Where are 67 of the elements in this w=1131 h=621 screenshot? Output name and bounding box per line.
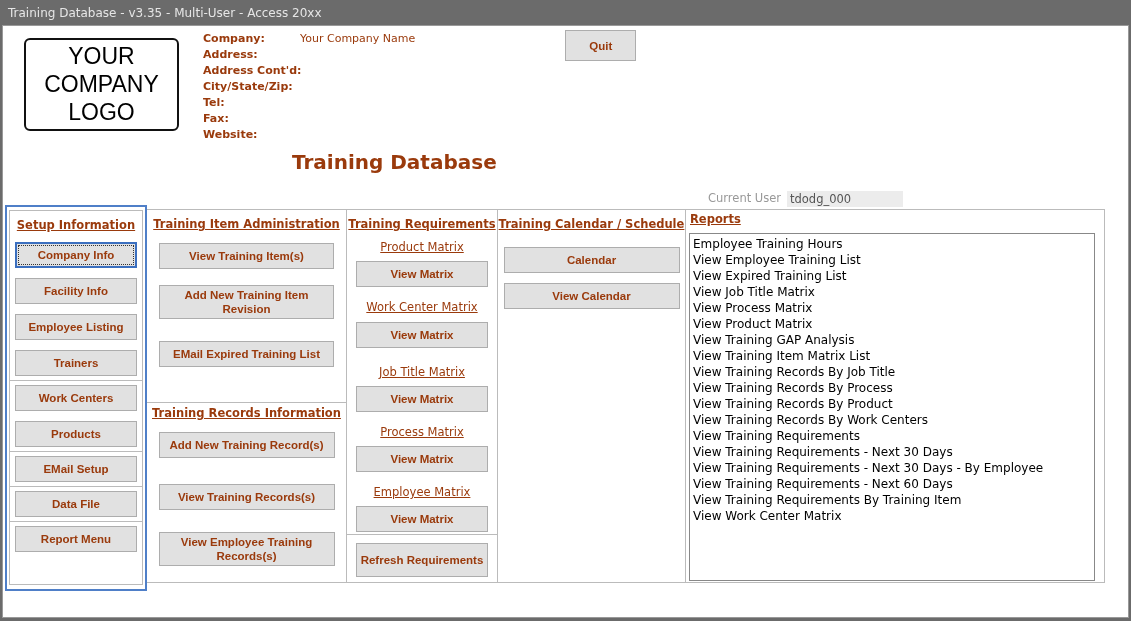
- current-user-field[interactable]: tdodg_000: [787, 191, 903, 207]
- matrix-link[interactable]: Product Matrix: [380, 239, 464, 257]
- report-item[interactable]: View Training Records By Product: [690, 396, 1094, 412]
- report-item[interactable]: View Training Requirements By Training Item: [690, 492, 1094, 508]
- admin-button[interactable]: View Training Item(s): [159, 243, 334, 269]
- report-item[interactable]: View Training Requirements: [690, 428, 1094, 444]
- view-matrix-button[interactable]: View Matrix: [356, 506, 488, 533]
- report-item[interactable]: View Training Requirements - Next 60 Days: [690, 476, 1094, 492]
- section-heading: Training Item Administration: [152, 216, 341, 233]
- section-heading: Reports: [689, 211, 742, 226]
- window-title: Training Database - v3.35 - Multi-User - Access 20xx: [7, 5, 323, 22]
- report-item[interactable]: View Training Records By Work Centers: [690, 412, 1094, 428]
- calendar-button[interactable]: Calendar: [503, 247, 680, 273]
- admin-button[interactable]: EMail Expired Training List: [159, 341, 334, 367]
- report-item[interactable]: View Expired Training List: [690, 268, 1094, 284]
- refresh-button[interactable]: Refresh Requirements: [356, 543, 488, 577]
- setup-button[interactable]: Facility Info: [15, 278, 137, 304]
- report-item[interactable]: View Training Requirements - Next 30 Days - By Employee: [690, 460, 1094, 476]
- view-matrix-button[interactable]: View Matrix: [356, 321, 488, 348]
- field-label: Address Cont'd:: [203, 63, 300, 79]
- setup-button[interactable]: Employee Listing: [15, 314, 137, 340]
- report-item[interactable]: View Employee Training List: [690, 252, 1094, 268]
- field-label: City/State/Zip:: [203, 79, 294, 95]
- reports-listbox[interactable]: [689, 233, 1095, 581]
- company-logo: YOUR COMPANY LOGO: [24, 38, 179, 131]
- report-item[interactable]: View Training Requirements - Next 30 Days: [690, 444, 1094, 460]
- matrix-link[interactable]: Job Title Matrix: [379, 363, 465, 381]
- quit-button[interactable]: Quit: [565, 30, 637, 61]
- records-button[interactable]: View Employee Training Records(s): [158, 532, 335, 566]
- setup-button[interactable]: Data File: [15, 491, 137, 517]
- setup-button[interactable]: Company Info: [15, 242, 137, 268]
- calendar-button[interactable]: View Calendar: [503, 283, 680, 309]
- setup-button[interactable]: Report Menu: [15, 526, 137, 552]
- setup-button[interactable]: Products: [15, 421, 137, 447]
- report-item[interactable]: View Product Matrix: [690, 316, 1094, 332]
- setup-button[interactable]: EMail Setup: [15, 456, 137, 482]
- setup-button[interactable]: Work Centers: [15, 385, 137, 411]
- report-item[interactable]: View Process Matrix: [690, 300, 1094, 316]
- section-heading: Training Calendar / Schedule: [498, 216, 685, 233]
- section-heading: Training Requirements: [347, 216, 497, 233]
- records-button[interactable]: Add New Training Record(s): [158, 432, 335, 458]
- records-button[interactable]: View Training Records(s): [158, 484, 335, 510]
- app-heading: Training Database: [291, 149, 497, 176]
- field-label: Company:: [203, 31, 266, 47]
- report-item[interactable]: View Training Records By Job Title: [690, 364, 1094, 380]
- report-item[interactable]: View Training Records By Process: [690, 380, 1094, 396]
- report-item[interactable]: Employee Training Hours: [690, 236, 1094, 252]
- matrix-link[interactable]: Work Center Matrix: [366, 299, 478, 317]
- report-item[interactable]: View Work Center Matrix: [690, 508, 1094, 524]
- field-label: Tel:: [203, 95, 226, 111]
- matrix-link[interactable]: Process Matrix: [380, 423, 464, 441]
- matrix-link[interactable]: Employee Matrix: [373, 484, 471, 502]
- report-item[interactable]: View Training Item Matrix List: [690, 348, 1094, 364]
- current-user-label: Current User: [708, 190, 783, 208]
- view-matrix-button[interactable]: View Matrix: [356, 261, 488, 288]
- section-heading: Setup Information: [15, 217, 137, 234]
- view-matrix-button[interactable]: View Matrix: [356, 385, 488, 412]
- admin-button[interactable]: Add New Training Item Revision: [159, 285, 334, 319]
- report-item[interactable]: View Job Title Matrix: [690, 284, 1094, 300]
- field-value: Your Company Name: [300, 31, 416, 47]
- field-label: Address:: [203, 47, 259, 63]
- setup-button[interactable]: Trainers: [15, 350, 137, 376]
- field-label: Fax:: [203, 111, 230, 127]
- view-matrix-button[interactable]: View Matrix: [356, 446, 488, 472]
- report-item[interactable]: View Training GAP Analysis: [690, 332, 1094, 348]
- field-label: Website:: [203, 127, 259, 143]
- section-heading: Training Records Information: [151, 405, 342, 422]
